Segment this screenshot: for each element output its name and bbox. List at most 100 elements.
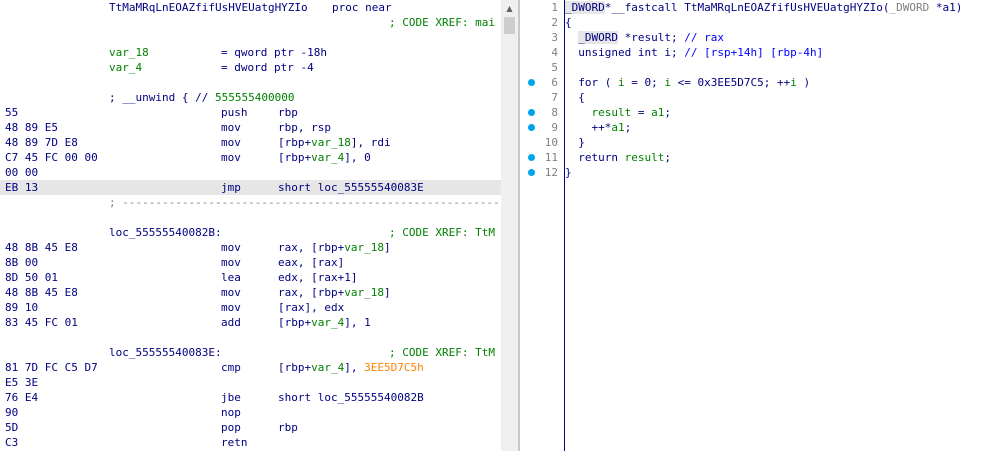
instruction-line[interactable]: E5 3E [0,375,501,390]
instruction-line[interactable]: 8D 50 01 lea edx, [rax+1] [0,270,501,285]
disassembly-view[interactable]: TtMaMRqLnEOAZfifUsHVEUatgHYZIo proc near… [0,0,501,451]
instruction-line[interactable]: 55 push rbp [0,105,501,120]
var-name[interactable]: var_4 [109,60,142,75]
code-text[interactable]: for ( i = 0; i <= 0x3EE5D7C5; ++i ) [565,75,810,90]
mnemonic[interactable]: mov [221,285,241,300]
instruction-line[interactable]: 83 45 FC 01 add [rbp+var_4], 1 [0,315,501,330]
operand[interactable]: rbp [278,105,298,120]
code-token[interactable]: a1 [651,106,664,119]
mnemonic[interactable]: mov [221,240,241,255]
constant-value[interactable]: 3EE5D7C5h [364,361,424,374]
operand[interactable]: short loc_55555540083E [278,180,424,195]
loc-label-line[interactable]: loc_55555540082B: ; CODE XREF: TtM [0,225,501,240]
proc-header-line[interactable]: TtMaMRqLnEOAZfifUsHVEUatgHYZIo proc near [0,0,501,15]
var-name[interactable]: var_18 [109,45,149,60]
mnemonic[interactable]: mov [221,150,241,165]
pseudocode-line[interactable]: 4 unsigned int i; // [rsp+14h] [rbp-4h] [520,45,999,60]
xref-comment[interactable]: ; CODE XREF: mai [389,15,495,30]
xref-comment[interactable]: ; CODE XREF: TtM [389,345,495,360]
pseudocode-line[interactable]: 12} [520,165,999,180]
disasm-scrollbar[interactable]: ▲ [501,0,518,451]
operand[interactable]: [rbp+var_4], 3EE5D7C5h [278,360,424,375]
pseudocode-line[interactable]: 10 } [520,135,999,150]
instruction-line[interactable]: 00 00 [0,165,501,180]
mnemonic[interactable]: jmp [221,180,241,195]
instruction-line[interactable]: 5D pop rbp [0,420,501,435]
mnemonic[interactable]: mov [221,135,241,150]
operand[interactable]: rax, [rbp+var_18] [278,240,391,255]
mnemonic[interactable]: jbe [221,390,241,405]
instruction-line[interactable]: EB 13 jmp short loc_55555540083E [0,180,501,195]
operand[interactable]: [rbp+var_4], 1 [278,315,371,330]
pseudocode-line[interactable]: 9 ++*a1; [520,120,999,135]
var-4-line[interactable]: var_4 = dword ptr -4 [0,60,501,75]
operand[interactable]: short loc_55555540082B [278,390,424,405]
instruction-line[interactable]: 48 8B 45 E8 mov rax, [rbp+var_18] [0,240,501,255]
code-text[interactable]: { [565,90,585,105]
operand-var[interactable]: var_18 [311,136,351,149]
mnemonic[interactable]: cmp [221,360,241,375]
instruction-line[interactable]: 76 E4 jbe short loc_55555540082B [0,390,501,405]
instruction-line[interactable]: 48 89 7D E8 mov [rbp+var_18], rdi [0,135,501,150]
loc-label[interactable]: loc_55555540082B: [109,225,222,240]
mnemonic[interactable]: lea [221,270,241,285]
pseudocode-line[interactable]: 6 for ( i = 0; i <= 0x3EE5D7C5; ++i ) [520,75,999,90]
pseudocode-line[interactable]: 3 _DWORD *result; // rax [520,30,999,45]
mnemonic[interactable]: mov [221,120,241,135]
mnemonic[interactable]: nop [221,405,241,420]
unwind-address[interactable]: 555555400000 [215,91,294,104]
operand-var[interactable]: var_18 [344,241,384,254]
mnemonic[interactable]: push [221,105,248,120]
instruction-line[interactable]: 89 10 mov [rax], edx [0,300,501,315]
mnemonic[interactable]: retn [221,435,248,450]
operand[interactable]: rbp [278,420,298,435]
pseudocode-line[interactable]: 8 result = a1; [520,105,999,120]
code-token[interactable]: i [790,76,797,89]
mnemonic[interactable]: mov [221,255,241,270]
code-token[interactable]: i [664,76,671,89]
instruction-line[interactable]: 81 7D FC C5 D7 cmp [rbp+var_4], 3EE5D7C5… [0,360,501,375]
proc-name[interactable]: TtMaMRqLnEOAZfifUsHVEUatgHYZIo [109,0,308,15]
code-token[interactable]: a1 [611,121,624,134]
pseudocode-line[interactable]: 11 return result; [520,150,999,165]
code-text[interactable]: { [565,15,572,30]
instruction-line[interactable]: 48 89 E5 mov rbp, rsp [0,120,501,135]
instruction-line[interactable]: 90 nop [0,405,501,420]
mnemonic[interactable]: mov [221,300,241,315]
code-token[interactable]: result [592,106,632,119]
code-token[interactable]: i [618,76,625,89]
operand[interactable]: edx, [rax+1] [278,270,357,285]
instruction-line[interactable]: C7 45 FC 00 00 mov [rbp+var_4], 0 [0,150,501,165]
code-text[interactable]: _DWORD *result; // rax [565,30,724,45]
operand[interactable]: [rbp+var_18], rdi [278,135,391,150]
code-text[interactable]: _DWORD*__fastcall TtMaMRqLnEOAZfifUsHVEU… [565,0,962,15]
mnemonic[interactable]: add [221,315,241,330]
code-text[interactable]: unsigned int i; // [rsp+14h] [rbp-4h] [565,45,823,60]
code-text[interactable]: return result; [565,150,671,165]
mnemonic[interactable]: pop [221,420,241,435]
pseudocode-line[interactable]: 5 [520,60,999,75]
operand-var[interactable]: var_18 [344,286,384,299]
pseudocode-line[interactable]: 1 _DWORD*__fastcall TtMaMRqLnEOAZfifUsHVE… [520,0,999,15]
code-text[interactable]: result = a1; [565,105,672,120]
code-text[interactable]: } [565,135,585,150]
operand[interactable]: rbp, rsp [278,120,331,135]
xref-comment[interactable]: ; CODE XREF: TtM [389,225,495,240]
var-18-line[interactable]: var_18 = qword ptr -18h [0,45,501,60]
operand[interactable]: eax, [rax] [278,255,344,270]
code-text[interactable]: } [565,165,572,180]
pseudocode-line[interactable]: 7 { [520,90,999,105]
operand[interactable]: [rax], edx [278,300,344,315]
scroll-up-arrow-icon[interactable]: ▲ [501,0,518,17]
operand-var[interactable]: var_4 [311,316,344,329]
unwind-line[interactable]: ; __unwind { // 555555400000 [0,90,501,105]
pseudocode-line[interactable]: 2{ [520,15,999,30]
pseudocode-view[interactable]: 1 _DWORD*__fastcall TtMaMRqLnEOAZfifUsHVE… [520,0,999,451]
loc-label[interactable]: loc_55555540083E: [109,345,222,360]
instruction-line[interactable]: 8B 00 mov eax, [rax] [0,255,501,270]
code-token[interactable]: result [625,151,665,164]
scrollbar-thumb[interactable] [504,17,515,34]
code-text[interactable]: ++*a1; [565,120,631,135]
loc-label-line[interactable]: loc_55555540083E: ; CODE XREF: TtM [0,345,501,360]
instruction-line[interactable]: C3 retn [0,435,501,450]
